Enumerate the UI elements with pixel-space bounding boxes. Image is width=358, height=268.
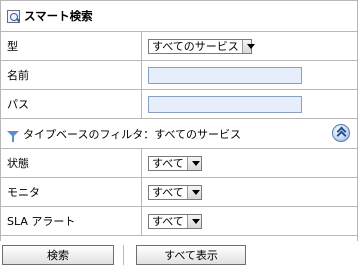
panel-header: スマート検索 (1, 1, 357, 32)
show-all-button[interactable]: すべて表示 (136, 245, 246, 265)
sla-row: SLA アラート すべて (1, 207, 357, 236)
monitor-row: モニタ すべて (1, 178, 357, 207)
chevron-down-icon[interactable] (241, 39, 256, 53)
button-divider (123, 245, 124, 265)
sla-select-value: すべて (152, 215, 184, 228)
smart-search-panel: スマート検索 型 すべてのサービス 名前 パス タイプベースのフィルタ：すべての… (0, 0, 358, 241)
monitor-select[interactable]: すべて (148, 184, 202, 200)
panel-title: スマート検索 (24, 9, 93, 23)
chevron-down-icon[interactable] (186, 214, 201, 228)
monitor-label: モニタ (1, 178, 142, 206)
funnel-icon (7, 130, 19, 142)
name-input[interactable] (148, 66, 302, 84)
type-filter-bar: タイプベースのフィルタ：すべてのサービス (1, 119, 357, 149)
state-select-value: すべて (152, 157, 184, 170)
state-row: 状態 すべて (1, 149, 357, 178)
double-chevron-up-icon[interactable] (332, 124, 350, 142)
chevron-down-icon[interactable] (186, 185, 201, 199)
name-label: 名前 (1, 61, 142, 89)
type-select[interactable]: すべてのサービス (148, 38, 256, 54)
sla-select[interactable]: すべて (148, 213, 202, 229)
search-button[interactable]: 検索 (2, 245, 114, 265)
monitor-select-value: すべて (152, 186, 184, 199)
path-input[interactable] (148, 95, 302, 113)
state-select[interactable]: すべて (148, 155, 202, 171)
type-select-value: すべてのサービス (152, 40, 239, 53)
path-label: パス (1, 90, 142, 118)
chevron-down-icon[interactable] (186, 156, 201, 170)
type-filter-label: タイプベースのフィルタ：すべてのサービス (23, 127, 242, 141)
sla-label: SLA アラート (1, 207, 142, 235)
action-bar: 検索 すべて表示 (0, 243, 358, 267)
type-label: 型 (1, 32, 142, 60)
search-document-icon (7, 9, 20, 23)
state-label: 状態 (1, 149, 142, 177)
name-row: 名前 (1, 61, 357, 90)
path-row: パス (1, 90, 357, 119)
type-row: 型 すべてのサービス (1, 32, 357, 61)
